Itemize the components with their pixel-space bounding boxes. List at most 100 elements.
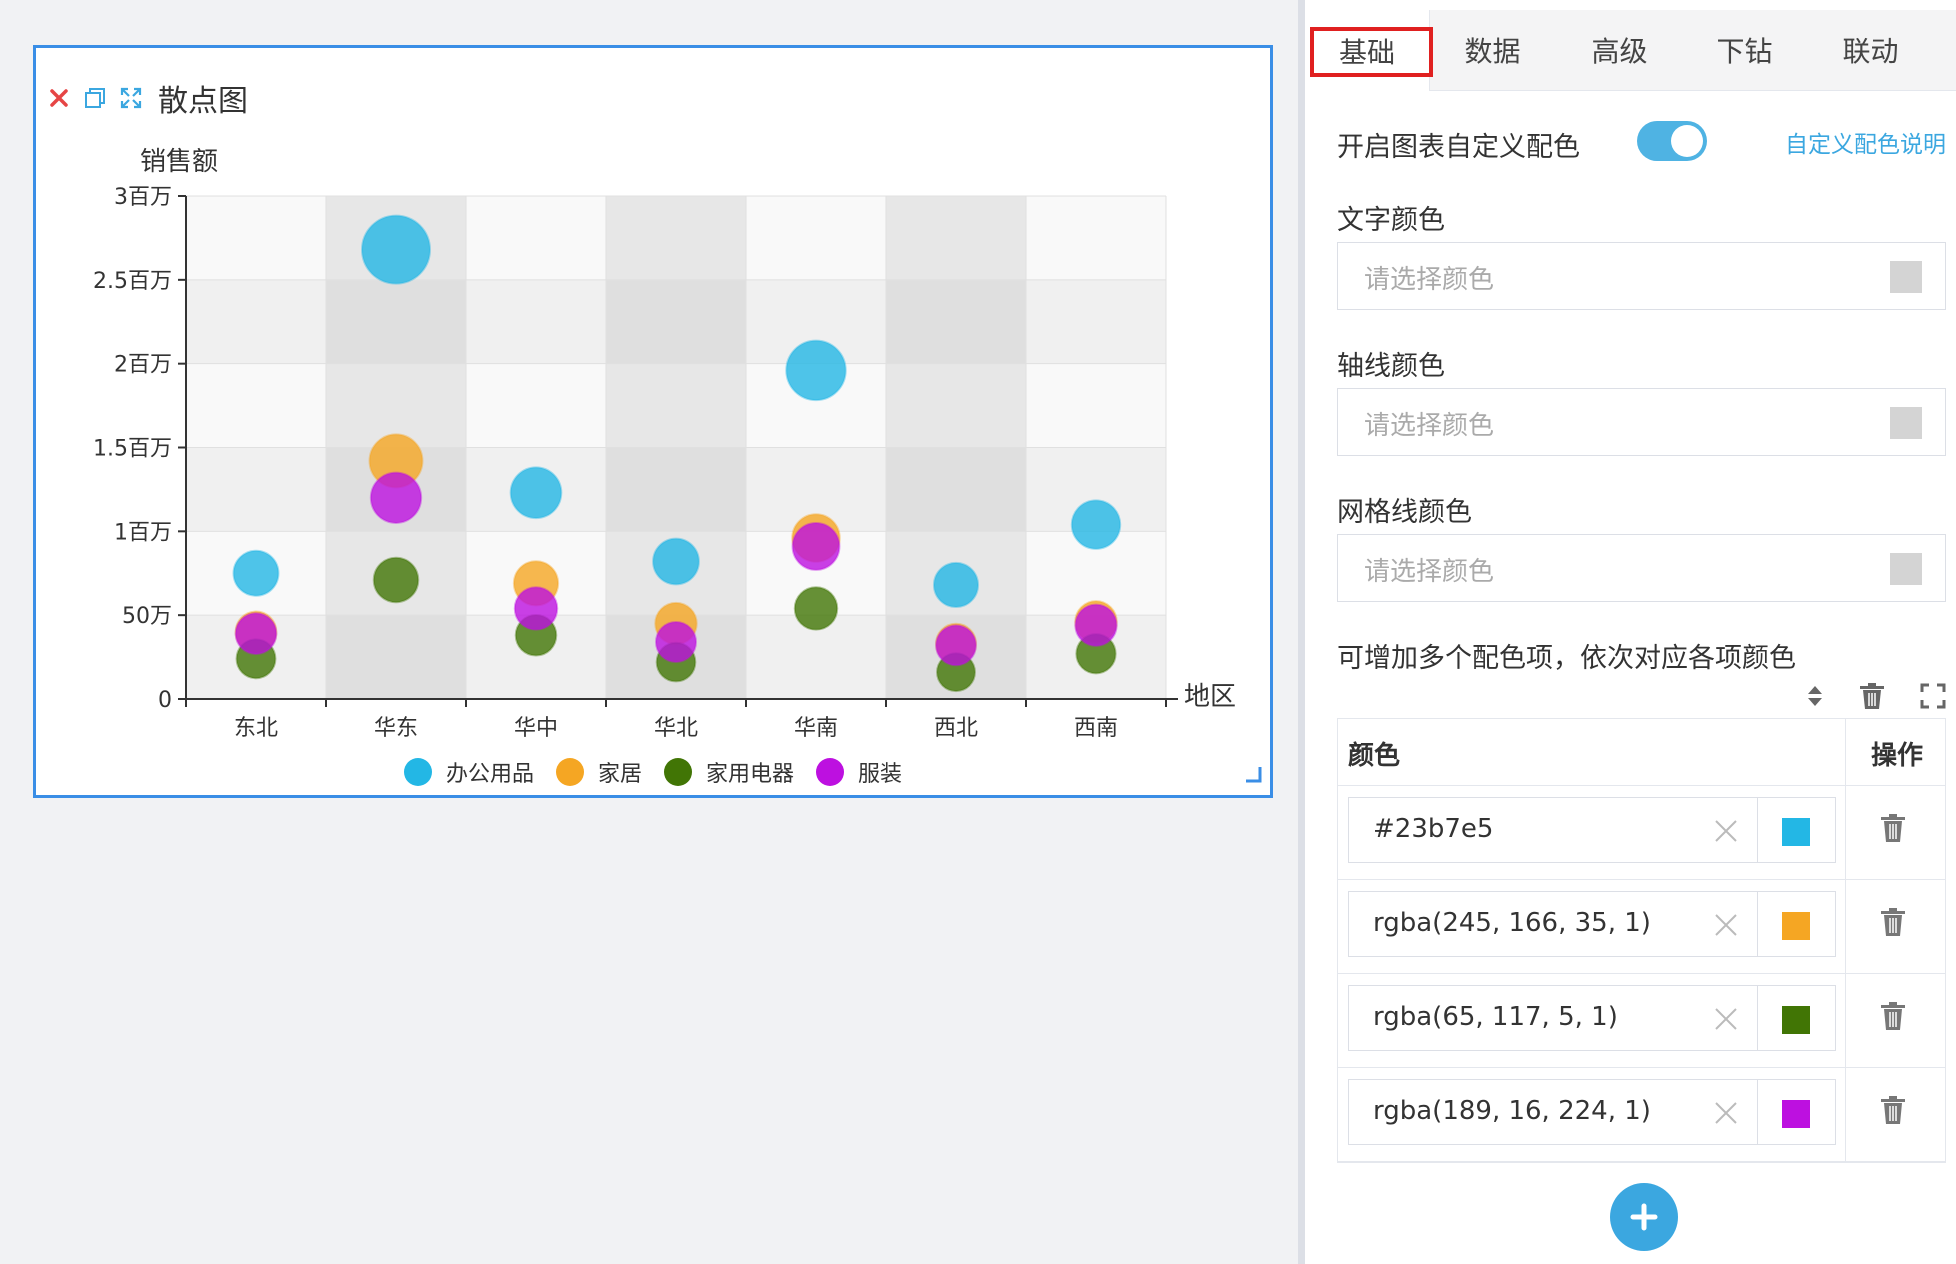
legend-item[interactable]: 办公用品 <box>403 756 534 788</box>
color-swatch[interactable] <box>1890 553 1922 585</box>
resize-handle-icon[interactable] <box>1244 765 1262 787</box>
color-table: 颜色 操作 #23b7e5 rgba(245, 166, 35, 1) rgba(6… <box>1337 718 1946 1163</box>
grid-color-picker[interactable]: 请选择颜色 <box>1337 534 1946 602</box>
color-swatch[interactable] <box>1890 407 1922 439</box>
data-point <box>372 556 420 604</box>
tab-highlight <box>1310 27 1433 77</box>
color-value-input[interactable]: #23b7e5 <box>1348 797 1758 863</box>
data-point <box>513 586 559 631</box>
data-point <box>509 466 563 520</box>
add-color-button[interactable] <box>1610 1183 1678 1251</box>
delete-row-icon[interactable] <box>1880 907 1906 941</box>
plus-icon <box>1630 1203 1658 1231</box>
data-point <box>654 620 698 664</box>
tab-drilldown[interactable]: 下钻 <box>1682 10 1807 90</box>
color-swatch-button[interactable] <box>1758 797 1836 863</box>
color-placeholder: 请选择颜色 <box>1364 265 1495 295</box>
color-value: #23b7e5 <box>1373 814 1494 844</box>
data-point <box>1070 499 1122 550</box>
data-point <box>1074 603 1118 647</box>
table-tools <box>1806 682 1946 714</box>
dashboard-canvas: 散点图 0 50万 1百万 1.5百万 2百万 2.5百万 3百万 东北 华东 华中 华北 华南 西北西… <box>0 0 1298 1264</box>
data-point <box>785 339 847 402</box>
delete-row-icon[interactable] <box>1880 1001 1906 1035</box>
column-header-op: 操作 <box>1870 741 1923 771</box>
color-value-input[interactable]: rgba(245, 166, 35, 1) <box>1348 891 1758 957</box>
color-placeholder: 请选择颜色 <box>1364 557 1495 587</box>
color-swatch[interactable] <box>1890 261 1922 293</box>
chart-legend: 办公用品 家居 家用电器 服装 <box>36 756 1270 788</box>
grid-color-label: 网格线颜色 <box>1337 497 1472 528</box>
legend-label: 服装 <box>858 762 903 787</box>
data-point <box>232 549 280 597</box>
custom-color-toggle[interactable] <box>1637 121 1707 161</box>
legend-item[interactable]: 服装 <box>816 756 902 788</box>
y-tick-label: 1百万 <box>114 520 172 545</box>
table-row: rgba(65, 117, 5, 1) <box>1338 973 1945 1068</box>
tab-linkage[interactable]: 联动 <box>1808 10 1933 90</box>
color-swatch-button[interactable] <box>1758 891 1836 957</box>
clear-icon[interactable] <box>1713 1006 1739 1039</box>
legend-item[interactable]: 家居 <box>555 756 642 788</box>
x-tick-label: 东北 <box>234 716 278 741</box>
data-point <box>234 612 278 655</box>
data-point <box>793 586 839 631</box>
delete-row-icon[interactable] <box>1880 813 1906 847</box>
delete-row-icon[interactable] <box>1880 1095 1906 1129</box>
x-tick-label: 西南 <box>1074 716 1118 741</box>
y-tick-label: 1.5百万 <box>93 437 172 462</box>
tab-label: 联动 <box>1842 35 1899 68</box>
scatter-chart: 0 50万 1百万 1.5百万 2百万 2.5百万 3百万东北 华东 华中 华北 华南 西北 西南 销售额… <box>93 147 1236 741</box>
config-tabs: 基础 数据 高级 下钻 联动 <box>1305 10 1956 91</box>
y-tick-label: 3百万 <box>114 185 172 210</box>
legend-dot <box>555 758 584 786</box>
legend-dot <box>664 758 692 786</box>
scatter-chart-widget[interactable]: 散点图 0 50万 1百万 1.5百万 2百万 2.5百万 3百万 东北 华东 华中 华北 华南 西北西… <box>33 45 1273 798</box>
clear-icon[interactable] <box>1713 818 1739 851</box>
delete-all-icon[interactable] <box>1859 682 1885 714</box>
toggle-knob <box>1671 125 1703 157</box>
color-value-input[interactable]: rgba(65, 117, 5, 1) <box>1348 985 1758 1051</box>
x-tick-label: 华中 <box>514 716 558 741</box>
data-point <box>932 561 980 609</box>
clear-icon[interactable] <box>1713 912 1739 945</box>
color-placeholder: 请选择颜色 <box>1364 411 1495 441</box>
data-point <box>791 521 841 571</box>
x-tick-label: 华北 <box>654 716 698 741</box>
sort-icon[interactable] <box>1806 684 1824 712</box>
clear-icon[interactable] <box>1713 1100 1739 1133</box>
color-value: rgba(189, 16, 224, 1) <box>1373 1096 1651 1126</box>
panel-splitter[interactable] <box>1298 0 1305 1264</box>
legend-label: 家用电器 <box>706 762 795 787</box>
x-tick-label: 西北 <box>934 716 978 741</box>
data-point <box>369 471 423 524</box>
tab-data[interactable]: 数据 <box>1430 10 1555 90</box>
legend-item[interactable]: 家用电器 <box>664 756 794 788</box>
y-tick-label: 50万 <box>122 604 172 629</box>
axis-color-picker[interactable]: 请选择颜色 <box>1337 388 1946 456</box>
color-swatch <box>1782 1100 1810 1128</box>
custom-color-help-link[interactable]: 自定义配色说明 <box>1785 125 1946 159</box>
table-row: rgba(189, 16, 224, 1) <box>1338 1067 1945 1162</box>
table-row: #23b7e5 <box>1338 785 1945 880</box>
x-axis-label: 地区 <box>1184 682 1236 712</box>
text-color-label: 文字颜色 <box>1337 205 1445 236</box>
data-point <box>935 624 977 667</box>
x-tick-label: 华东 <box>374 716 418 741</box>
color-swatch-button[interactable] <box>1758 1079 1836 1145</box>
color-value: rgba(245, 166, 35, 1) <box>1373 908 1651 938</box>
color-value-input[interactable]: rgba(189, 16, 224, 1) <box>1348 1079 1758 1145</box>
color-swatch-button[interactable] <box>1758 985 1836 1051</box>
tab-basic[interactable]: 基础 <box>1305 10 1433 91</box>
table-row: rgba(245, 166, 35, 1) <box>1338 879 1945 974</box>
text-color-picker[interactable]: 请选择颜色 <box>1337 242 1946 310</box>
legend-label: 办公用品 <box>445 762 534 787</box>
y-tick-label: 0 <box>158 688 172 713</box>
table-header: 颜色 操作 <box>1338 719 1945 786</box>
column-header-color: 颜色 <box>1348 741 1401 771</box>
tab-advanced[interactable]: 高级 <box>1557 10 1682 90</box>
axis-color-label: 轴线颜色 <box>1337 351 1445 382</box>
expand-icon[interactable] <box>1920 683 1946 713</box>
y-axis-label: 销售额 <box>140 147 218 177</box>
color-swatch <box>1782 912 1810 940</box>
